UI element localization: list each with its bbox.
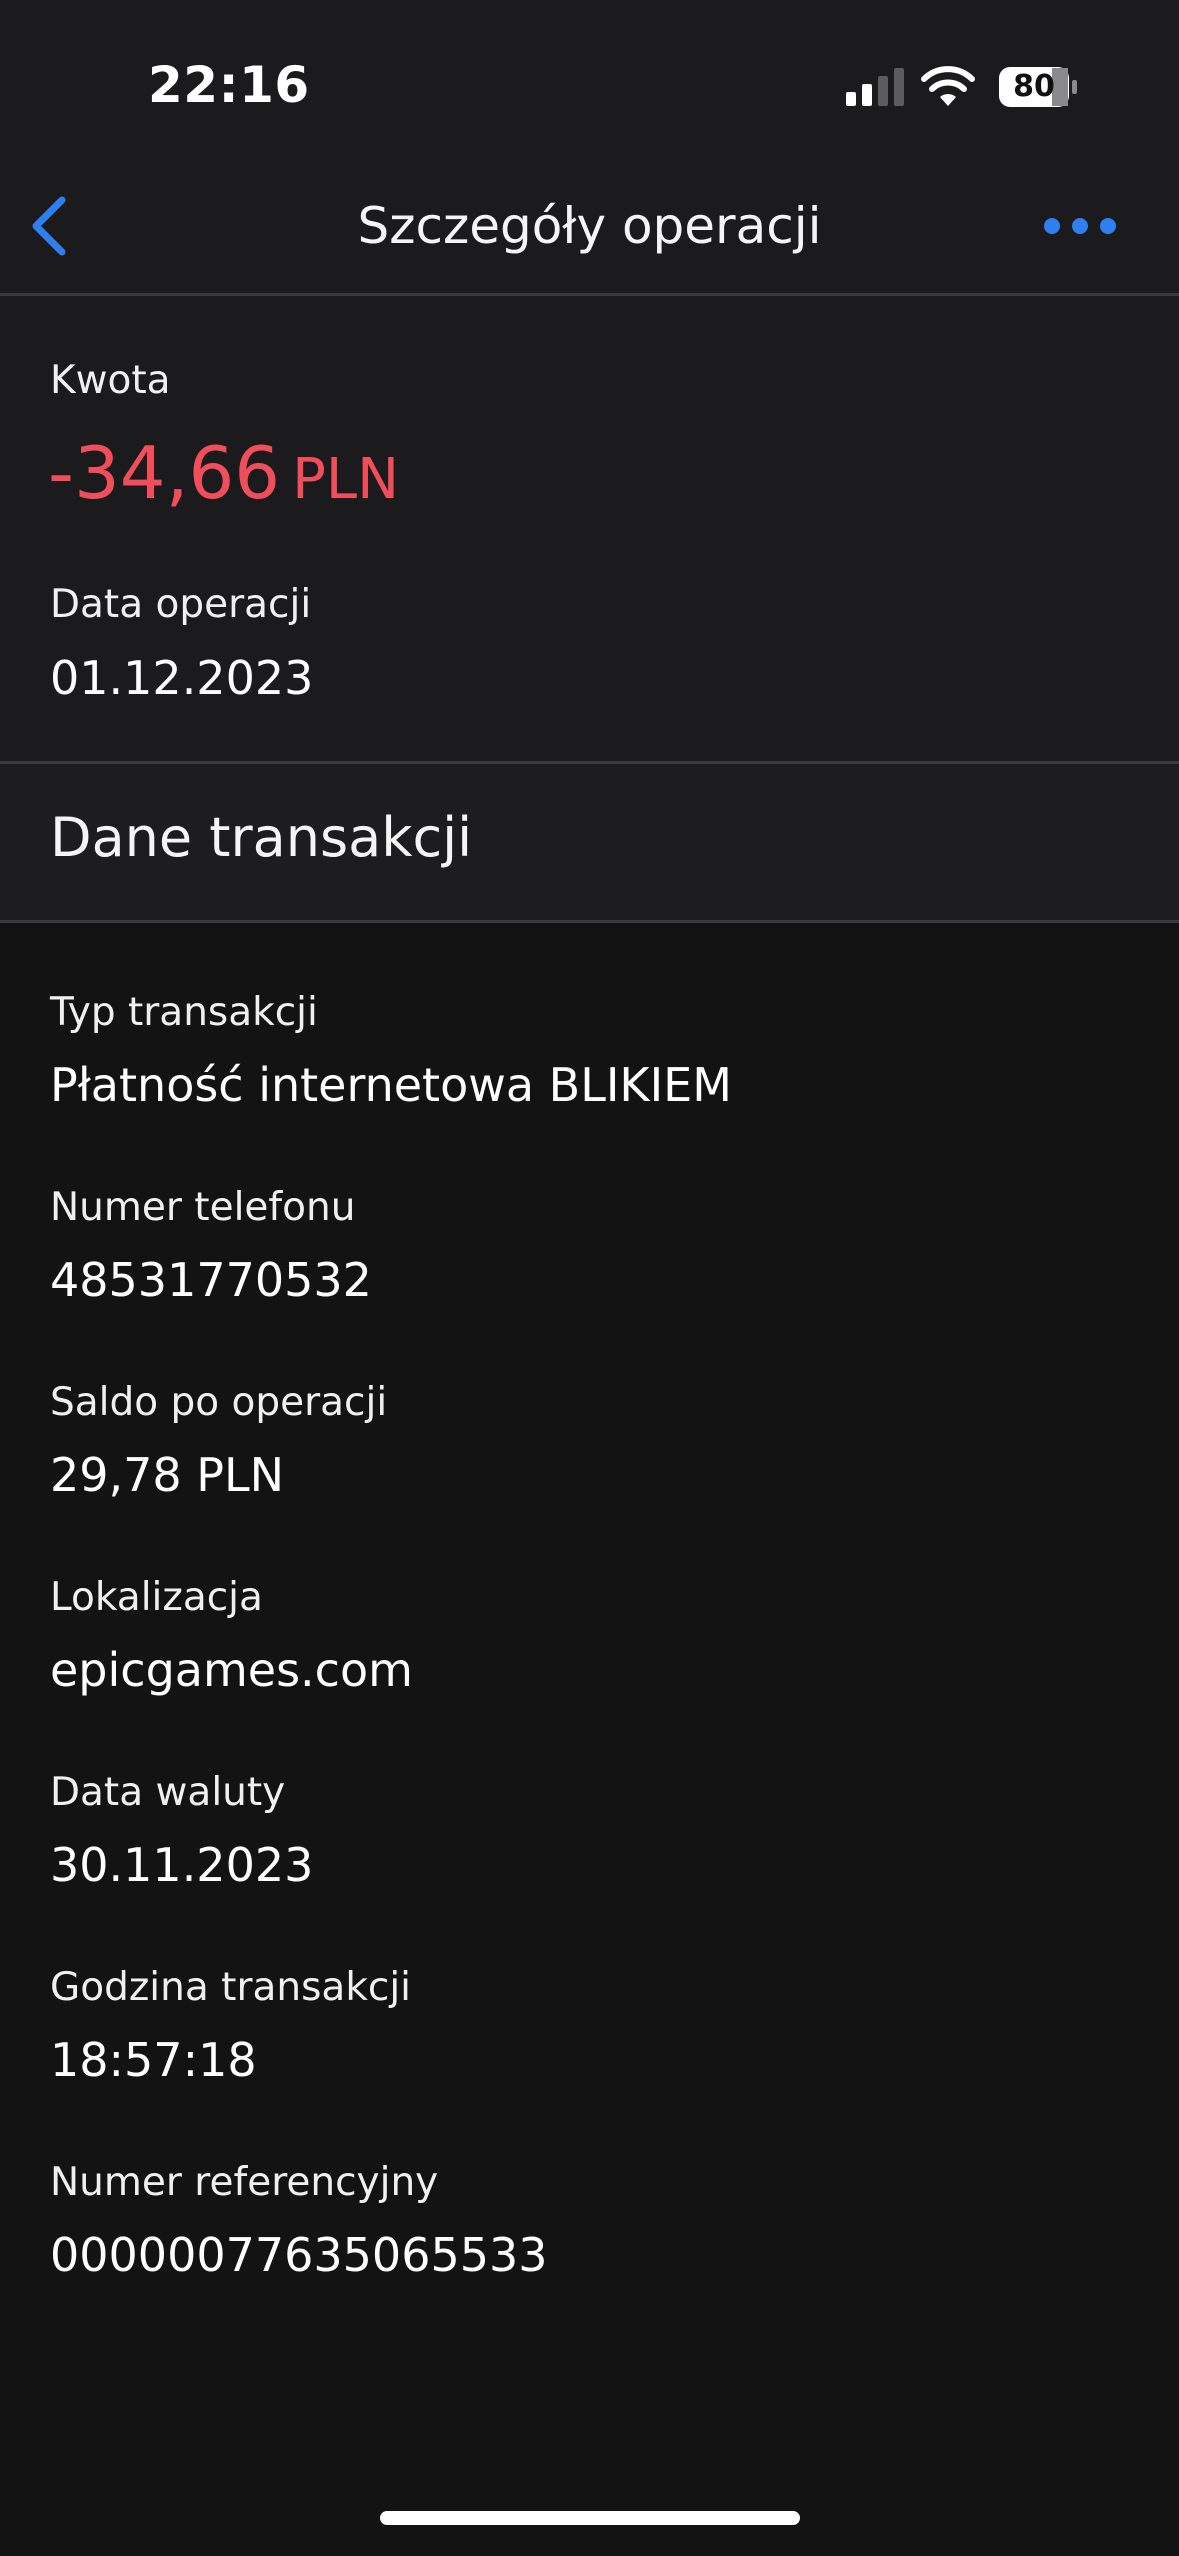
detail-label-reference-number: Numer referencyjny: [50, 2160, 439, 2205]
status-time: 22:16: [148, 56, 310, 114]
operation-date-value: 01.12.2023: [50, 651, 314, 705]
amount-currency: PLN: [292, 447, 399, 512]
page-title: Szczegóły operacji: [357, 197, 822, 255]
amount-number: -34,66: [48, 431, 281, 515]
detail-value-transaction-type: Płatność internetowa BLIKIEM: [50, 1058, 732, 1112]
detail-label-transaction-type: Typ transakcji: [50, 990, 318, 1035]
detail-label-phone-number: Numer telefonu: [50, 1185, 356, 1230]
amount-value: -34,66 PLN: [48, 428, 399, 525]
section-title: Dane transakcji: [50, 806, 473, 869]
detail-label-location: Lokalizacja: [50, 1575, 263, 1620]
section-divider: [0, 920, 1179, 923]
amount-label: Kwota: [50, 358, 171, 403]
operation-date-label: Data operacji: [50, 582, 312, 627]
detail-value-balance: 29,78 PLN: [50, 1448, 285, 1502]
detail-label-transaction-time: Godzina transakcji: [50, 1965, 412, 2010]
home-indicator[interactable]: [380, 2511, 800, 2525]
detail-label-value-date: Data waluty: [50, 1770, 286, 1815]
detail-value-value-date: 30.11.2023: [50, 1838, 314, 1892]
detail-label-balance: Saldo po operacji: [50, 1380, 388, 1425]
detail-value-location: epicgames.com: [50, 1643, 413, 1697]
detail-value-transaction-time: 18:57:18: [50, 2033, 257, 2087]
wifi-icon: [921, 66, 975, 106]
detail-value-phone-number: 48531770532: [50, 1253, 372, 1307]
battery-level: 80: [1013, 69, 1055, 104]
detail-value-reference-number: 00000077635065533: [50, 2228, 548, 2282]
more-dots-icon[interactable]: [1040, 204, 1120, 248]
cellular-signal-icon: [846, 68, 904, 106]
